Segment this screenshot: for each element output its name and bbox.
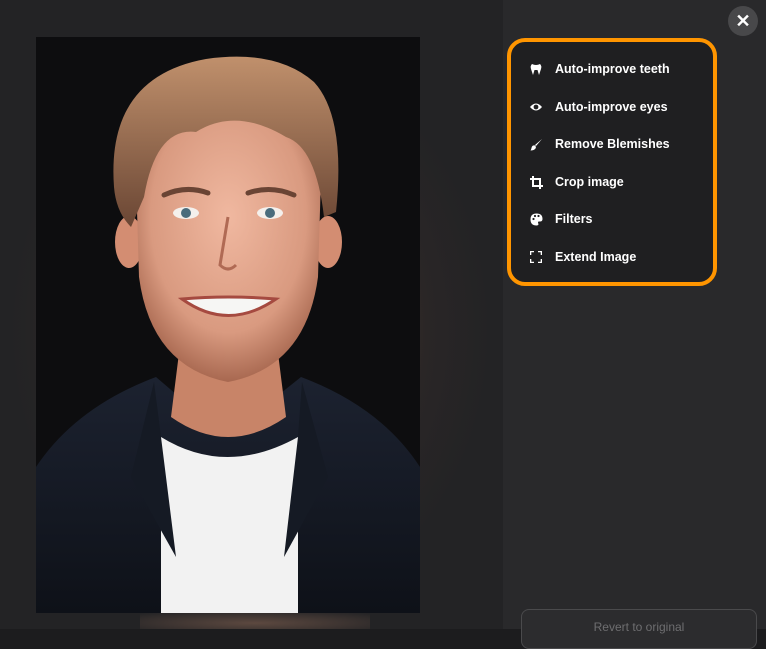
tooth-icon <box>529 62 543 76</box>
menu-item-label: Remove Blemishes <box>555 137 670 151</box>
crop-icon <box>529 175 543 189</box>
menu-item-label: Crop image <box>555 175 624 189</box>
expand-icon <box>529 250 543 264</box>
close-button[interactable]: ✕ <box>728 6 758 36</box>
menu-item-label: Auto-improve eyes <box>555 100 668 114</box>
image-preview-area <box>0 0 503 629</box>
eye-icon <box>529 100 543 114</box>
menu-item-extend-image[interactable]: Extend Image <box>529 246 636 268</box>
menu-item-label: Extend Image <box>555 250 637 264</box>
brush-icon <box>529 137 543 151</box>
palette-icon <box>529 212 543 226</box>
portrait-photo <box>36 37 420 613</box>
close-icon: ✕ <box>735 10 751 31</box>
menu-item-filters[interactable]: Filters <box>529 208 593 230</box>
portrait-illustration <box>36 56 420 613</box>
menu-item-auto-improve-teeth[interactable]: Auto-improve teeth <box>529 58 670 80</box>
preview-glow <box>140 613 370 629</box>
menu-item-auto-improve-eyes[interactable]: Auto-improve eyes <box>529 96 668 118</box>
menu-item-label: Filters <box>555 212 593 226</box>
revert-to-original-button[interactable]: Revert to original <box>521 609 757 649</box>
edit-options-menu: Auto-improve teeth Auto-improve eyes Rem… <box>507 38 717 286</box>
menu-item-remove-blemishes[interactable]: Remove Blemishes <box>529 133 670 155</box>
menu-item-crop-image[interactable]: Crop image <box>529 171 624 193</box>
menu-item-label: Auto-improve teeth <box>555 62 670 76</box>
